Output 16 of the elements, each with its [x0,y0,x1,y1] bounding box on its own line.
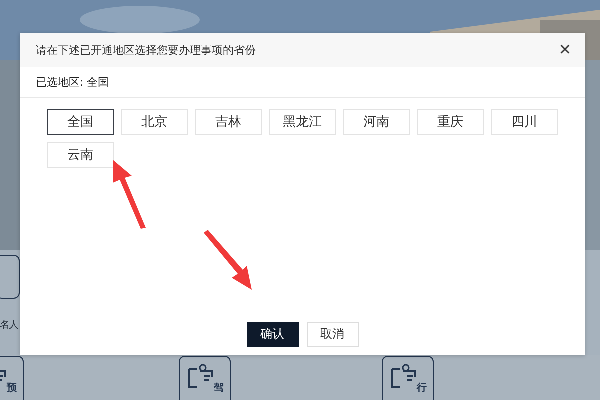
confirm-button[interactable]: 确认 [246,322,298,347]
selected-region-text: 已选地区: 全国 [36,74,110,90]
region-option[interactable]: 吉林 [195,109,262,135]
region-option[interactable]: 重庆 [417,109,484,135]
tile-label: 名人 [0,319,18,332]
region-option[interactable]: 北京 [121,109,188,135]
region-option[interactable]: 云南 [47,142,114,168]
cancel-button[interactable]: 取消 [306,322,358,347]
tile-icon[interactable]: 驾 [179,356,231,400]
region-option[interactable]: 全国 [47,109,114,135]
tile-icon[interactable]: 预 [0,356,24,400]
region-option[interactable]: 四川 [491,109,558,135]
tile-icon[interactable]: 行 [382,356,434,400]
region-option[interactable]: 黑龙江 [269,109,336,135]
region-option[interactable]: 河南 [343,109,410,135]
dialog-title: 请在下述已开通地区选择您要办理事项的省份 [36,42,256,58]
